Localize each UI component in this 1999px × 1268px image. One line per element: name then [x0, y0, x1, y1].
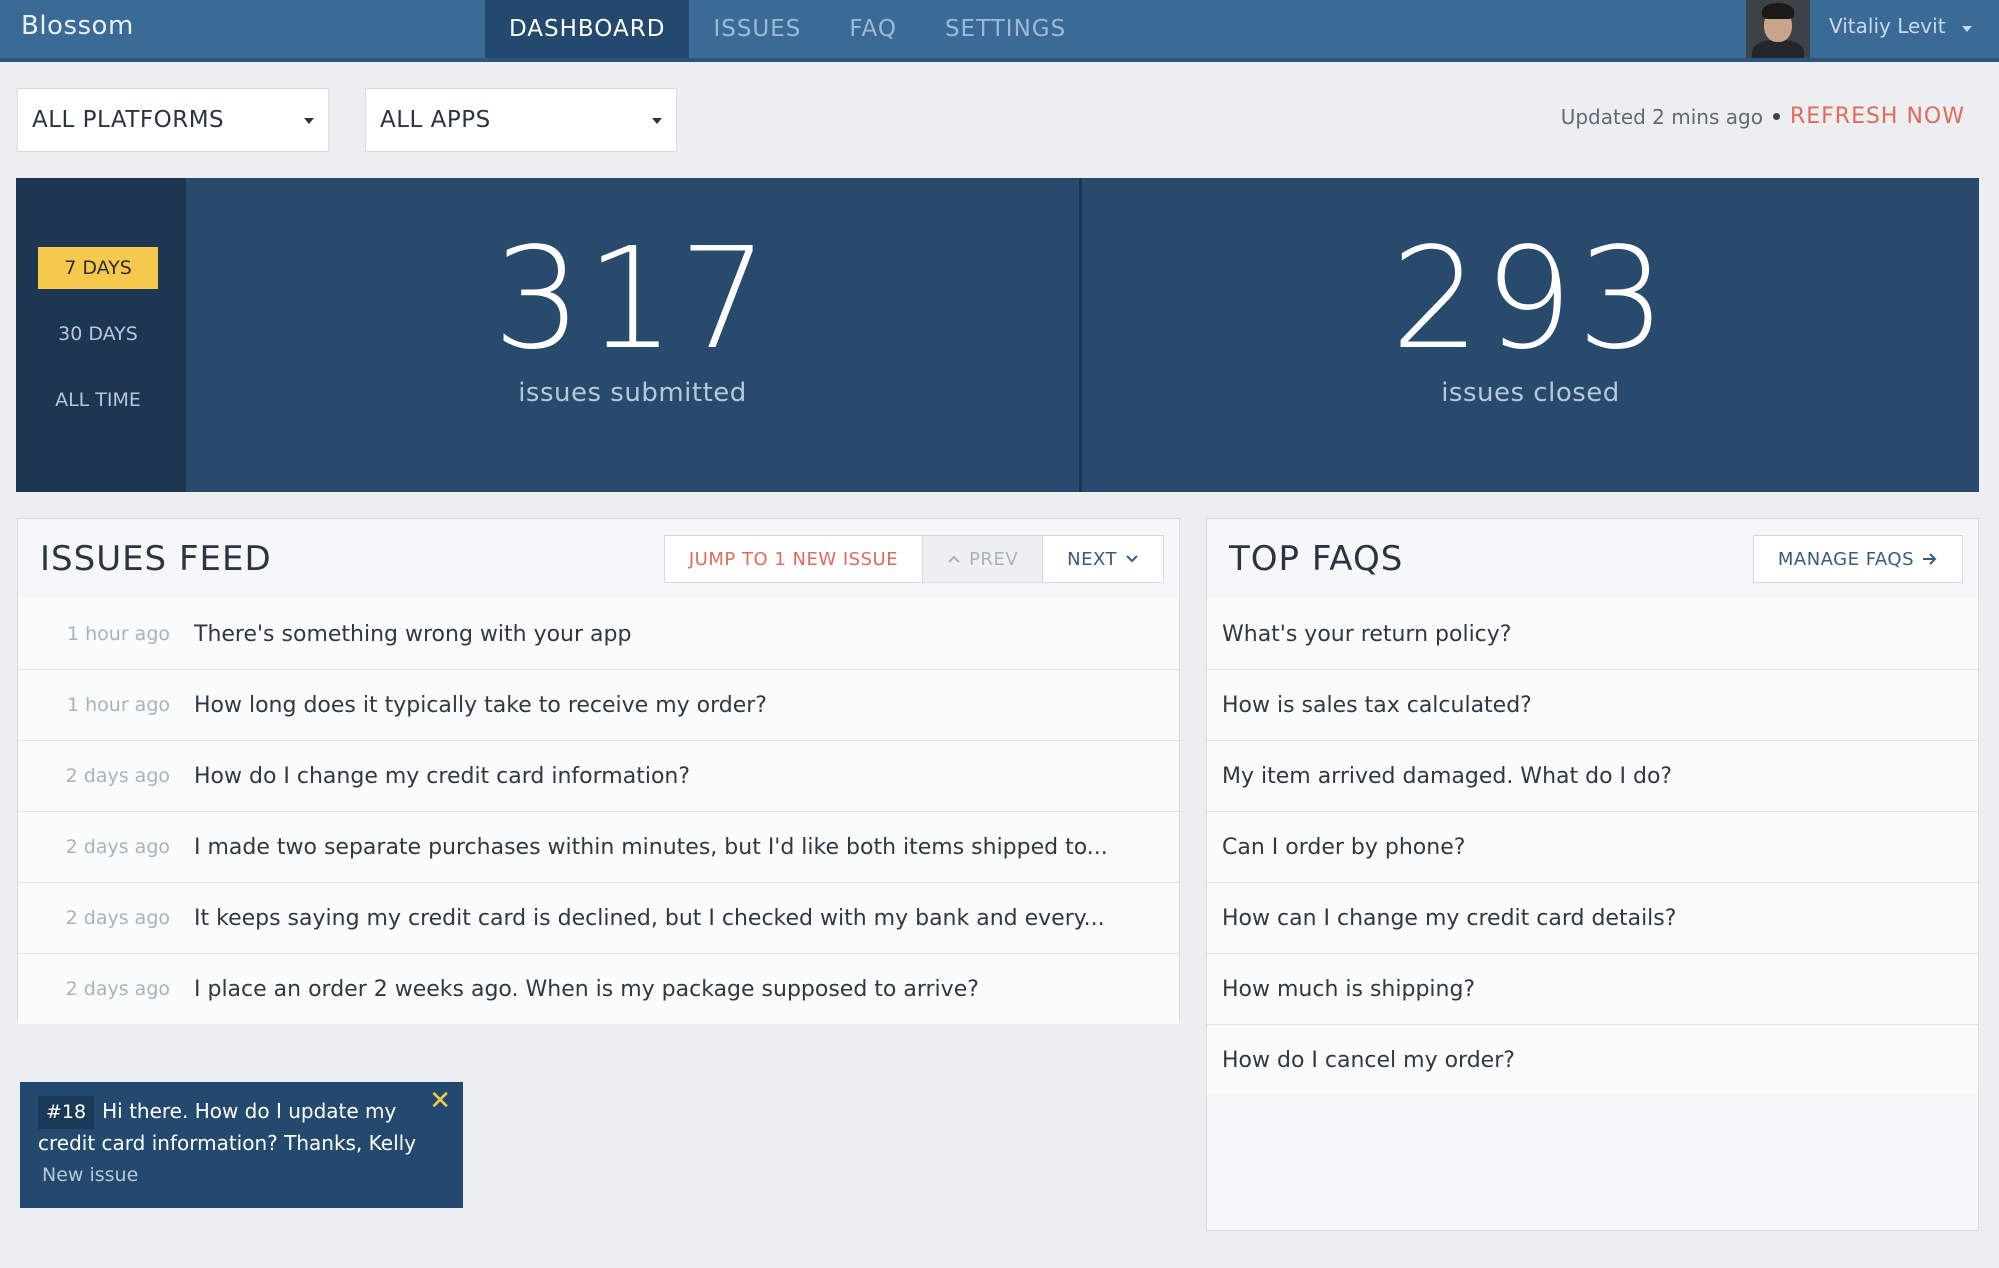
range-all-time[interactable]: ALL TIME [38, 379, 158, 421]
faq-item[interactable]: What's your return policy? [1207, 599, 1978, 670]
issue-row[interactable]: 2 days ago I made two separate purchases… [18, 812, 1179, 883]
issues-closed-label: issues closed [1441, 378, 1620, 408]
faq-item[interactable]: How can I change my credit card details? [1207, 883, 1978, 954]
user-menu[interactable]: Vitaliy Levit [1829, 14, 1946, 38]
issues-feed-title: ISSUES FEED [40, 539, 272, 579]
dashboard-page: Blossom DASHBOARD ISSUES FAQ SETTINGS Vi… [0, 0, 1999, 1268]
faq-text: How is sales tax calculated? [1222, 692, 1532, 718]
issue-text: How long does it typically take to recei… [194, 692, 767, 718]
top-faqs-header: TOP FAQS MANAGE FAQS [1207, 519, 1978, 600]
range-30-days[interactable]: 30 DAYS [38, 313, 158, 355]
tab-faq[interactable]: FAQ [825, 0, 921, 58]
update-status: Updated 2 mins ago REFRESH NOW [1561, 104, 1965, 129]
manage-faqs-button[interactable]: MANAGE FAQS [1754, 536, 1962, 582]
issues-feed-controls: JUMP TO 1 NEW ISSUE PREV NEXT [663, 535, 1164, 583]
issue-text: I made two separate purchases within min… [194, 834, 1108, 860]
app-logo[interactable]: Blossom [21, 11, 134, 41]
faq-text: How much is shipping? [1222, 976, 1476, 1002]
app-select[interactable]: ALL APPS [365, 88, 677, 152]
close-icon[interactable]: ✕ [429, 1086, 451, 1116]
chevron-down-icon [1126, 555, 1138, 563]
new-issue-toast[interactable]: #18 Hi there. How do I update my credit c… [20, 1082, 463, 1208]
caret-down-icon [304, 118, 314, 124]
prev-label: PREV [969, 548, 1019, 570]
app-select-value: ALL APPS [380, 107, 491, 133]
main-nav: DASHBOARD ISSUES FAQ SETTINGS [485, 0, 1090, 58]
issue-row[interactable]: 1 hour ago How long does it typically ta… [18, 670, 1179, 741]
manage-faqs-label: MANAGE FAQS [1777, 548, 1914, 570]
top-faqs-title: TOP FAQS [1229, 539, 1404, 579]
arrow-right-icon [1923, 553, 1937, 565]
jump-label: JUMP TO 1 NEW ISSUE [688, 548, 899, 570]
issue-text: How do I change my credit card informati… [194, 763, 691, 789]
faq-text: How do I cancel my order? [1222, 1047, 1515, 1073]
issue-row[interactable]: 2 days ago How do I change my credit car… [18, 741, 1179, 812]
toast-message-line: #18 Hi there. How do I update my credit c… [38, 1096, 445, 1158]
avatar[interactable] [1746, 0, 1810, 58]
faq-item[interactable]: How much is shipping? [1207, 954, 1978, 1025]
bullet-icon [1772, 113, 1780, 120]
issue-time: 2 days ago [65, 836, 170, 858]
issues-submitted-count: 317 [492, 218, 773, 381]
tab-settings[interactable]: SETTINGS [921, 0, 1090, 58]
issue-text: I place an order 2 weeks ago. When is my… [194, 976, 979, 1002]
chevron-up-icon [948, 555, 960, 563]
toast-issue-number: #18 [38, 1096, 95, 1129]
issue-text: There's something wrong with your app [194, 621, 632, 647]
toast-status: New issue [42, 1164, 139, 1186]
chevron-down-icon[interactable] [1962, 26, 1972, 32]
faq-item[interactable]: Can I order by phone? [1207, 812, 1978, 883]
issues-feed-panel: ISSUES FEED JUMP TO 1 NEW ISSUE PREV NEX… [17, 518, 1180, 1024]
faq-item[interactable]: My item arrived damaged. What do I do? [1207, 741, 1978, 812]
faq-item[interactable]: How is sales tax calculated? [1207, 670, 1978, 741]
issue-time: 2 days ago [65, 978, 170, 1000]
time-range-selector: 7 DAYS 30 DAYS ALL TIME [16, 178, 186, 492]
issue-row[interactable]: 2 days ago It keeps saying my credit car… [18, 883, 1179, 954]
top-nav-bar: Blossom DASHBOARD ISSUES FAQ SETTINGS Vi… [0, 0, 1999, 62]
refresh-now-link[interactable]: REFRESH NOW [1790, 104, 1965, 129]
issues-submitted-stat: 317 issues submitted [186, 178, 1079, 492]
platform-select[interactable]: ALL PLATFORMS [17, 88, 329, 152]
issue-time: 2 days ago [65, 765, 170, 787]
issues-closed-stat: 293 issues closed [1082, 178, 1979, 492]
issues-submitted-label: issues submitted [518, 378, 747, 408]
tab-dashboard[interactable]: DASHBOARD [485, 0, 690, 58]
issue-text: It keeps saying my credit card is declin… [194, 905, 1105, 931]
toast-message: Hi there. How do I update my credit card… [38, 1099, 417, 1155]
faq-text: My item arrived damaged. What do I do? [1222, 763, 1673, 789]
issues-feed-header: ISSUES FEED JUMP TO 1 NEW ISSUE PREV NEX… [18, 519, 1179, 600]
faq-text: What's your return policy? [1222, 621, 1512, 647]
issue-row[interactable]: 1 hour ago There's something wrong with … [18, 599, 1179, 670]
stats-banner: 7 DAYS 30 DAYS ALL TIME 317 issues submi… [16, 178, 1979, 492]
faq-item[interactable]: How do I cancel my order? [1207, 1025, 1978, 1095]
issue-time: 1 hour ago [66, 623, 170, 645]
updated-text: Updated 2 mins ago [1560, 104, 1763, 129]
next-button[interactable]: NEXT [1043, 536, 1163, 582]
next-label: NEXT [1067, 548, 1117, 570]
prev-button[interactable]: PREV [923, 536, 1044, 582]
top-faqs-panel: TOP FAQS MANAGE FAQS What's your return … [1206, 518, 1979, 1231]
issues-closed-count: 293 [1390, 218, 1671, 381]
range-7-days[interactable]: 7 DAYS [38, 247, 158, 289]
faq-text: Can I order by phone? [1222, 834, 1466, 860]
manage-faqs-group: MANAGE FAQS [1752, 535, 1963, 583]
platform-select-value: ALL PLATFORMS [32, 107, 225, 133]
jump-to-new-issue-button[interactable]: JUMP TO 1 NEW ISSUE [665, 536, 924, 582]
issue-time: 1 hour ago [66, 694, 170, 716]
caret-down-icon [652, 118, 662, 124]
faq-text: How can I change my credit card details? [1222, 905, 1677, 931]
issue-time: 2 days ago [65, 907, 170, 929]
issue-row[interactable]: 2 days ago I place an order 2 weeks ago.… [18, 954, 1179, 1024]
tab-issues[interactable]: ISSUES [689, 0, 825, 58]
